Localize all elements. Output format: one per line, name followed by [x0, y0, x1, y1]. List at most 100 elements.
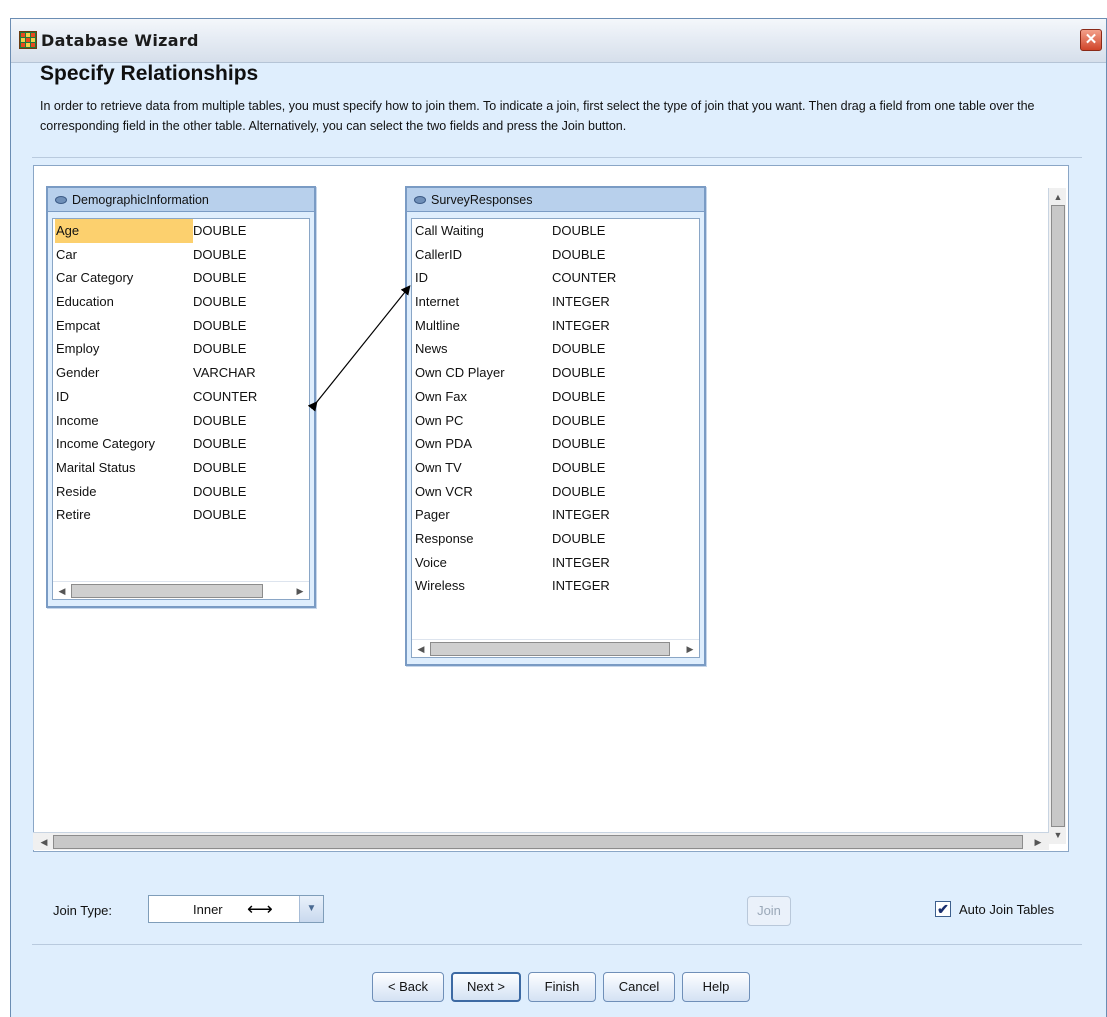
- field-type: INTEGER: [552, 578, 610, 594]
- field-name: Voice: [415, 554, 447, 570]
- field-type: DOUBLE: [193, 507, 247, 523]
- finish-button[interactable]: Finish: [528, 972, 596, 1002]
- table-header[interactable]: SurveyResponses: [407, 188, 704, 212]
- scroll-thumb[interactable]: [430, 642, 670, 656]
- field-type: DOUBLE: [193, 483, 247, 499]
- table-icon: [414, 196, 426, 204]
- divider-top: [32, 157, 1082, 158]
- field-type: DOUBLE: [193, 270, 247, 286]
- field-name: Multline: [415, 317, 460, 333]
- field-row[interactable]: CallerID DOUBLE: [412, 243, 699, 267]
- field-type: DOUBLE: [552, 530, 606, 546]
- canvas-horizontal-scrollbar[interactable]: ◀ ▶: [33, 832, 1049, 850]
- field-row[interactable]: Own Fax DOUBLE: [412, 385, 699, 409]
- scroll-thumb[interactable]: [1051, 205, 1065, 827]
- cancel-button[interactable]: Cancel: [603, 972, 675, 1002]
- field-type: DOUBLE: [193, 459, 247, 475]
- field-list[interactable]: Age DOUBLE Car DOUBLE Car Category DOUBLE Educ…: [52, 218, 310, 600]
- field-list-scrollbar[interactable]: ◀ ▶: [53, 581, 309, 599]
- scroll-left-icon[interactable]: ◀: [37, 835, 51, 849]
- field-row[interactable]: Own PC DOUBLE: [412, 409, 699, 433]
- field-row[interactable]: Income DOUBLE: [53, 409, 309, 433]
- scroll-down-icon[interactable]: ▼: [1051, 828, 1065, 842]
- field-type: INTEGER: [552, 317, 610, 333]
- app-grid-icon: [19, 31, 37, 49]
- field-row[interactable]: Marital Status DOUBLE: [53, 456, 309, 480]
- table-demographicinformation[interactable]: DemographicInformation Age DOUBLE Car DOUBL…: [46, 186, 316, 608]
- field-name: Own TV: [415, 459, 462, 475]
- scroll-thumb[interactable]: [71, 584, 263, 598]
- field-name: Pager: [415, 507, 450, 523]
- field-name: Retire: [56, 507, 91, 523]
- help-button[interactable]: Help: [682, 972, 750, 1002]
- field-row[interactable]: Wireless INTEGER: [412, 574, 699, 598]
- field-name: Reside: [56, 483, 97, 499]
- field-row[interactable]: Gender VARCHAR: [53, 361, 309, 385]
- field-row[interactable]: Car Category DOUBLE: [53, 266, 309, 290]
- field-name: ID: [56, 388, 69, 404]
- field-row[interactable]: Call Waiting DOUBLE: [412, 219, 699, 243]
- field-row[interactable]: Income Category DOUBLE: [53, 432, 309, 456]
- scroll-right-icon[interactable]: ▶: [293, 584, 307, 598]
- field-name: Own CD Player: [415, 365, 505, 381]
- field-list-scrollbar[interactable]: ◀ ▶: [412, 639, 699, 657]
- dropdown-arrow-icon[interactable]: ▼: [299, 896, 323, 922]
- field-row[interactable]: Voice INTEGER: [412, 551, 699, 575]
- field-row[interactable]: ID COUNTER: [412, 266, 699, 290]
- field-type: DOUBLE: [193, 246, 247, 262]
- auto-join-checkbox[interactable]: ✔: [935, 901, 951, 917]
- field-row[interactable]: Car DOUBLE: [53, 243, 309, 267]
- field-row[interactable]: Retire DOUBLE: [53, 503, 309, 527]
- field-name: Marital Status: [56, 459, 136, 475]
- field-name: Education: [56, 294, 114, 310]
- field-type: DOUBLE: [193, 223, 247, 238]
- field-list[interactable]: Call Waiting DOUBLE CallerID DOUBLE ID COUNTE…: [411, 218, 700, 658]
- scroll-right-icon[interactable]: ▶: [1031, 835, 1045, 849]
- field-row[interactable]: Response DOUBLE: [412, 527, 699, 551]
- field-row[interactable]: Pager INTEGER: [412, 503, 699, 527]
- field-type: DOUBLE: [552, 246, 606, 262]
- field-row[interactable]: Employ DOUBLE: [53, 337, 309, 361]
- page-title: Specify Relationships: [40, 62, 259, 85]
- field-type: INTEGER: [552, 294, 610, 310]
- scroll-left-icon[interactable]: ◀: [414, 642, 428, 656]
- next-button[interactable]: Next >: [451, 972, 521, 1002]
- divider-bottom: [32, 944, 1082, 945]
- join-button[interactable]: Join: [747, 896, 791, 926]
- scroll-right-icon[interactable]: ▶: [683, 642, 697, 656]
- field-row[interactable]: Age DOUBLE: [53, 219, 309, 243]
- field-row[interactable]: Empcat DOUBLE: [53, 314, 309, 338]
- scroll-up-icon[interactable]: ▲: [1051, 190, 1065, 204]
- field-name: Income: [56, 412, 99, 428]
- field-name: Call Waiting: [415, 223, 484, 238]
- field-row[interactable]: Own TV DOUBLE: [412, 456, 699, 480]
- field-type: VARCHAR: [193, 365, 256, 381]
- field-row[interactable]: Own PDA DOUBLE: [412, 432, 699, 456]
- field-name: News: [415, 341, 448, 357]
- field-type: INTEGER: [552, 554, 610, 570]
- field-type: COUNTER: [552, 270, 617, 286]
- field-row[interactable]: Multline INTEGER: [412, 314, 699, 338]
- field-row[interactable]: Internet INTEGER: [412, 290, 699, 314]
- field-type: DOUBLE: [552, 365, 606, 381]
- auto-join-label[interactable]: Auto Join Tables: [959, 902, 1054, 917]
- canvas-vertical-scrollbar[interactable]: ▲ ▼: [1048, 188, 1066, 844]
- table-surveyresponses[interactable]: SurveyResponses Call Waiting DOUBLE Caller…: [405, 186, 706, 666]
- field-row[interactable]: Own CD Player DOUBLE: [412, 361, 699, 385]
- field-type: DOUBLE: [552, 223, 606, 238]
- close-icon[interactable]: ✕: [1080, 29, 1102, 51]
- field-row[interactable]: ID COUNTER: [53, 385, 309, 409]
- back-button[interactable]: < Back: [372, 972, 444, 1002]
- field-name: CallerID: [415, 246, 462, 262]
- field-row[interactable]: News DOUBLE: [412, 337, 699, 361]
- field-row[interactable]: Own VCR DOUBLE: [412, 480, 699, 504]
- scroll-thumb[interactable]: [53, 835, 1023, 849]
- join-type-select[interactable]: Inner ⟷ ▼: [148, 895, 324, 923]
- field-name: Wireless: [415, 578, 465, 594]
- table-header[interactable]: DemographicInformation: [48, 188, 314, 212]
- scroll-left-icon[interactable]: ◀: [55, 584, 69, 598]
- field-name: Age: [55, 219, 193, 243]
- field-row[interactable]: Reside DOUBLE: [53, 480, 309, 504]
- field-row[interactable]: Education DOUBLE: [53, 290, 309, 314]
- table-title: DemographicInformation: [72, 193, 209, 207]
